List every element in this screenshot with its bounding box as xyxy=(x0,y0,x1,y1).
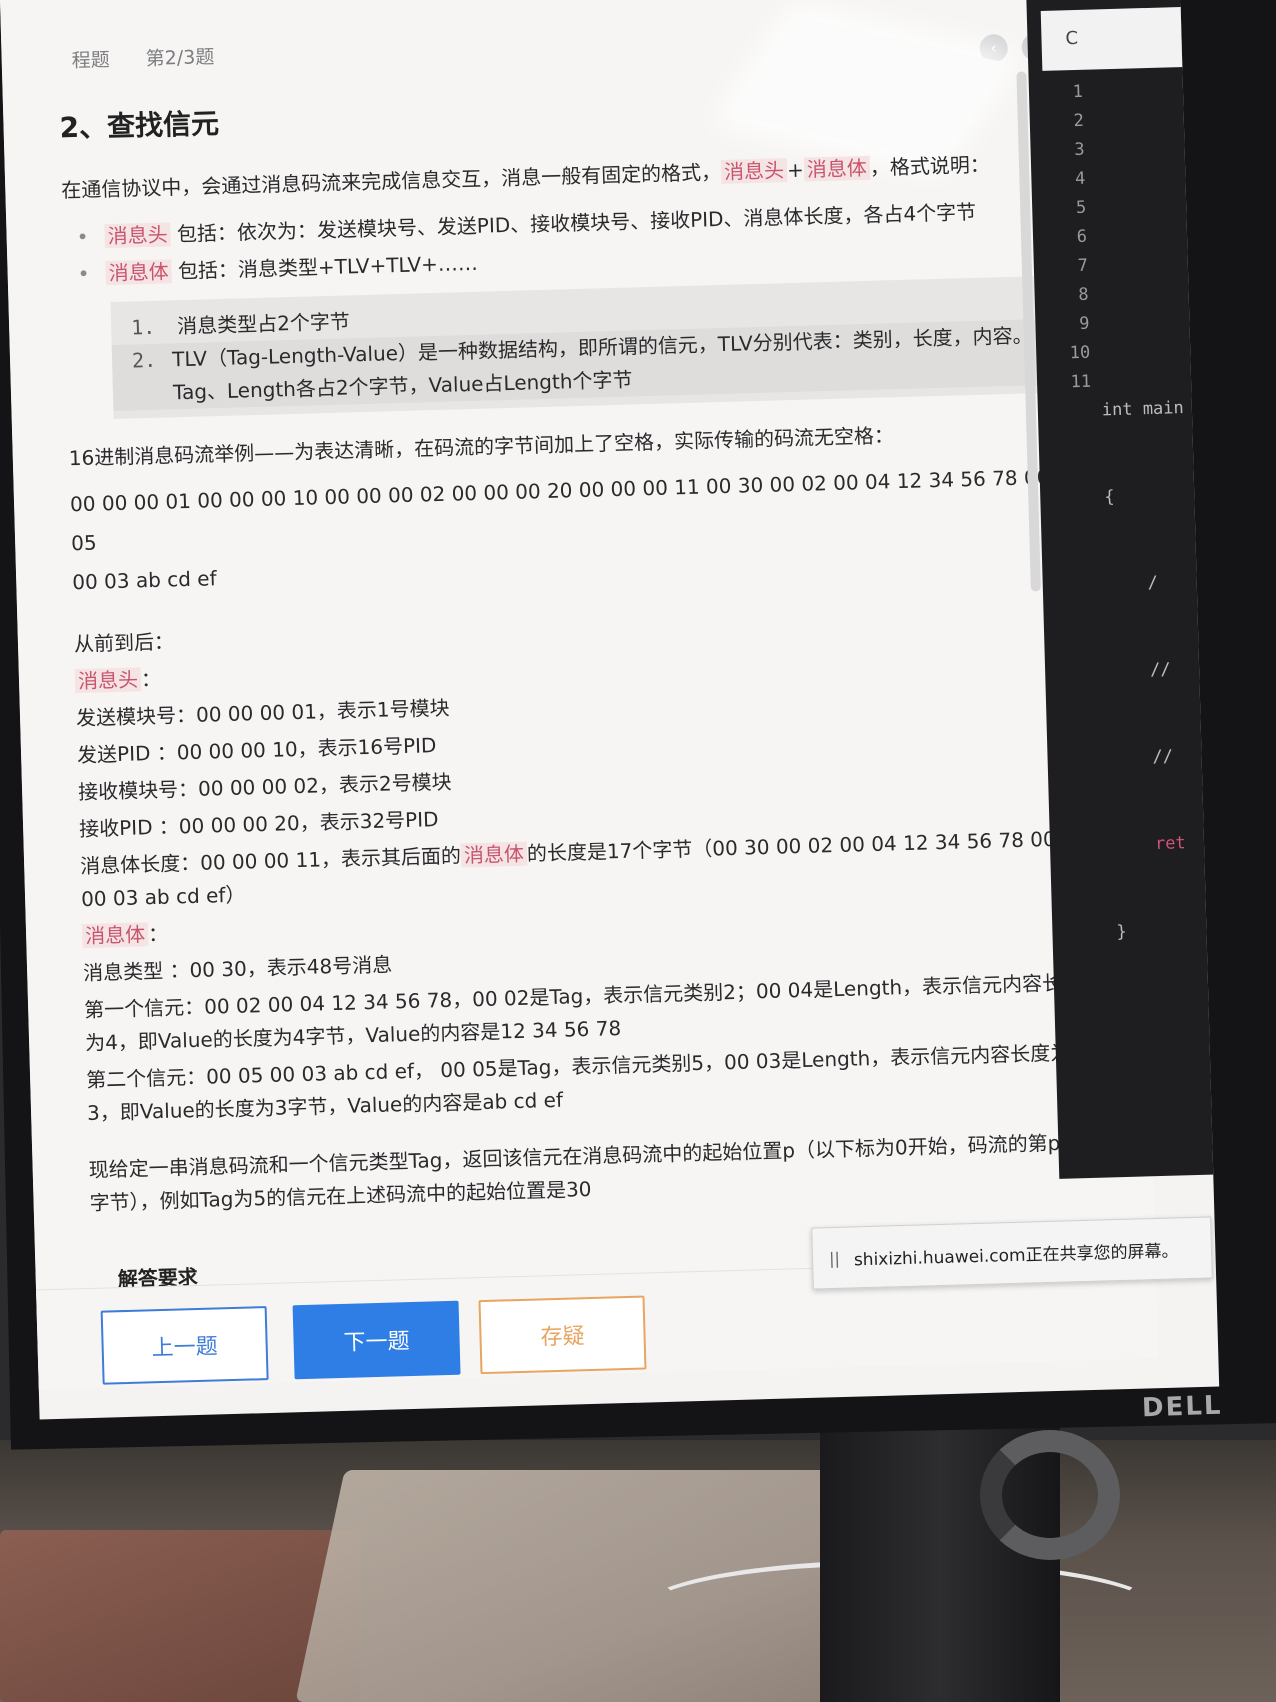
header-colon: ： xyxy=(140,666,162,692)
line-number: 9 xyxy=(1078,313,1090,334)
list-item-text: 消息类型占2个字节 xyxy=(176,309,351,339)
intro-highlight-header: 消息头 xyxy=(720,158,788,184)
line-number: 6 xyxy=(1076,226,1088,248)
bullet-body-hl: 消息体 xyxy=(105,259,172,286)
screen: 程题 第2/3题 ‹ › 2、查找信元 在通信协议中，会通过消息码流来完成信息交… xyxy=(0,0,1220,1420)
header-label: 消息头 xyxy=(74,667,142,694)
pause-icon[interactable]: || xyxy=(829,1248,840,1267)
stand-ring xyxy=(980,1430,1120,1560)
line-number: 11 xyxy=(1070,371,1092,393)
body-label: 消息体 xyxy=(81,922,149,949)
question-content: 在通信协议中，会通过消息码流来完成信息交互，消息一般有固定的格式， 消息头 + 消息体… xyxy=(61,146,1100,1220)
line-number: 8 xyxy=(1078,284,1089,306)
language-selector[interactable]: C xyxy=(1040,6,1203,71)
brand-logo: DELL xyxy=(1141,1390,1223,1424)
screen-share-notice: || shixizhi.huawei.com正在共享您的屏幕。 xyxy=(811,1216,1213,1290)
bullet-header-hl: 消息头 xyxy=(104,222,171,249)
intro-text: 在通信协议中，会通过消息码流来完成信息交互，消息一般有固定的格式， xyxy=(61,159,722,203)
format-bullets: 消息头 包括：依次为：发送模块号、发送PID、接收模块号、接收PID、消息体长度… xyxy=(104,193,1074,290)
body-length-hl: 消息体 xyxy=(460,841,528,868)
hex-stream: 00 00 00 01 00 00 00 10 00 00 00 02 00 0… xyxy=(70,457,1083,602)
question-panel: 程题 第2/3题 ‹ › 2、查找信元 在通信协议中，会通过消息码流来完成信息交… xyxy=(0,0,1159,1390)
code-line: // xyxy=(1111,746,1174,769)
line-number: 1 xyxy=(1072,81,1084,103)
mark-doubt-button[interactable]: 存疑 xyxy=(478,1295,647,1375)
question-title: 2、查找信元 xyxy=(59,106,220,145)
code-line: / xyxy=(1106,572,1159,595)
code-line: // xyxy=(1108,659,1171,682)
breadcrumb: 程题 第2/3题 xyxy=(71,42,214,73)
line-number: 4 xyxy=(1074,168,1086,190)
line-number: 7 xyxy=(1077,255,1089,277)
bullet-body-text: 包括：消息类型+TLV+TLV+…… xyxy=(177,250,479,284)
code-line: { xyxy=(1104,487,1115,508)
line-number: 10 xyxy=(1069,342,1091,364)
share-notice-text: shixizhi.huawei.com正在共享您的屏幕。 xyxy=(853,1240,1179,1270)
list-item-number: 1. xyxy=(130,314,156,340)
line-number: 2 xyxy=(1073,110,1085,132)
code-line: int main xyxy=(1101,398,1185,421)
line-number: 3 xyxy=(1074,139,1085,161)
body-length-text: 消息体长度：00 00 00 11，表示其后面的 xyxy=(79,843,462,879)
numbered-list: 1. 消息类型占2个字节 2. TLV（Tag-Length-Value）是一种… xyxy=(110,274,1084,419)
line-number: 5 xyxy=(1075,197,1087,219)
screen-glare xyxy=(731,17,1004,161)
code-line: } xyxy=(1116,921,1127,943)
intro-text-end: ，格式说明： xyxy=(869,152,991,180)
code-line: ret xyxy=(1113,833,1186,856)
breadcrumb-progress: 第2/3题 xyxy=(145,46,215,70)
intro-plus: + xyxy=(786,157,805,183)
list-item-number: 2. xyxy=(131,347,157,373)
next-question-button[interactable]: 下一题 xyxy=(292,1300,461,1380)
intro-highlight-body: 消息体 xyxy=(803,155,871,182)
breadcrumb-section[interactable]: 程题 xyxy=(71,45,110,73)
photo-stage: DELL 程题 第2/3题 ‹ › 2、查找信元 在通信协议中，会通过消息码流来… xyxy=(0,0,1276,1702)
prev-question-button[interactable]: 上一题 xyxy=(100,1306,269,1385)
body-colon: ： xyxy=(147,921,169,947)
